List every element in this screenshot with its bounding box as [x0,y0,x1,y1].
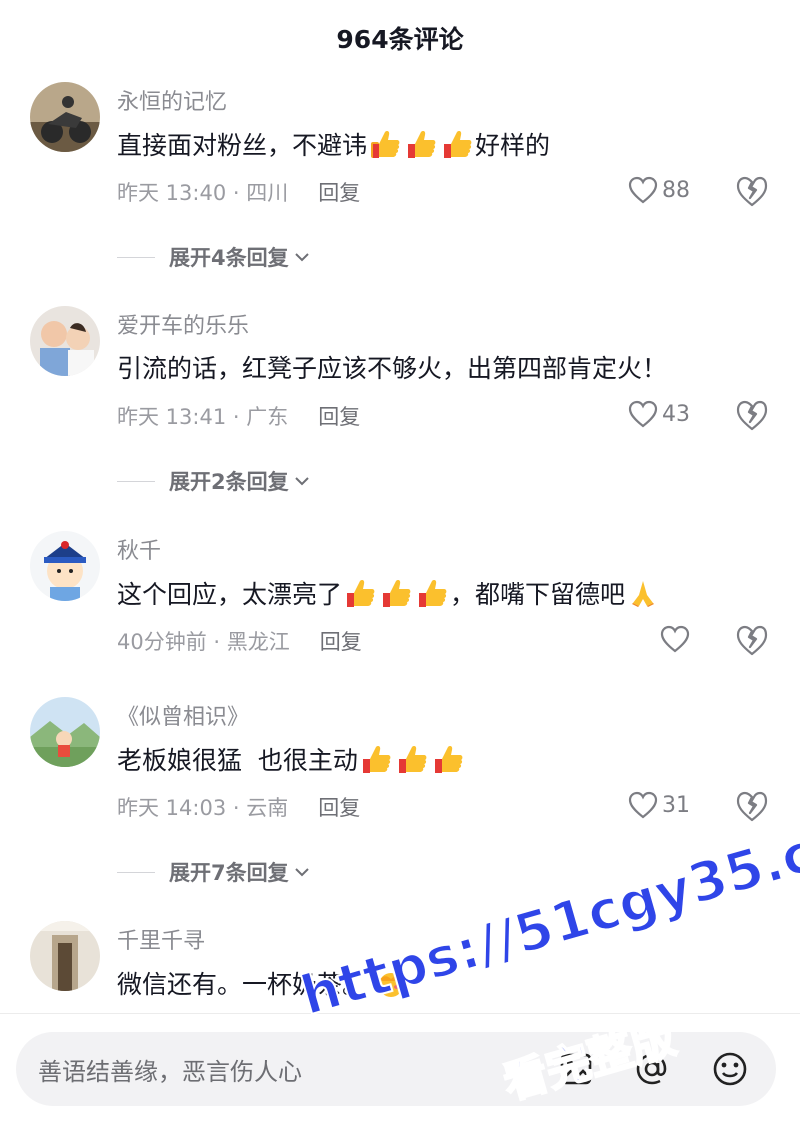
chevron-down-icon [294,868,309,877]
dislike-broken-heart-icon[interactable] [735,174,769,208]
comment-text: 这个回应，太漂亮了 ，都嘴下留德吧 [117,577,661,612]
avatar[interactable] [30,531,100,601]
comment-count-title: 964条评论 [336,25,464,54]
expand-replies-button[interactable]: 展开7条回复 [117,857,313,887]
heart-icon [628,176,658,204]
comment-meta: 昨天 14:03 · 云南 回复 [117,792,360,822]
comment-time-location: 昨天 14:03 · 云南 [117,796,289,820]
like-count: 31 [662,792,690,818]
divider-line [117,480,155,482]
reply-button[interactable]: 回复 [318,177,360,207]
comments-header: 964条评论 [0,0,800,76]
chevron-down-icon [294,477,309,486]
like-count: 88 [662,177,690,203]
comment-time-location: 昨天 13:41 · 广东 [117,405,289,429]
dislike-broken-heart-icon[interactable] [735,789,769,823]
thumbs-up-icon [398,746,427,773]
heart-icon [628,400,658,428]
watermark-caption: 看完整版 [497,1011,682,1111]
like-button[interactable] [660,621,690,657]
reply-button[interactable]: 回复 [320,626,362,656]
divider-line [117,256,155,258]
comment-meta: 昨天 13:41 · 广东 回复 [117,401,360,431]
thumbs-up-icon [362,746,391,773]
thumbs-up-icon [444,131,472,158]
heart-icon [660,625,690,653]
heart-icon [628,791,658,819]
comment-username[interactable]: 秋千 [117,533,161,565]
comment-time-location: 昨天 13:40 · 四川 [117,181,289,205]
like-button[interactable]: 31 [628,787,690,823]
comment-username[interactable]: 《似曾相识》 [117,699,249,731]
comment-meta: 40分钟前 · 黑龙江 回复 [117,626,362,656]
like-button[interactable]: 88 [628,172,690,208]
comment-username[interactable]: 千里千寻 [117,923,205,955]
thumbs-up-icon [371,131,400,158]
comment-username[interactable]: 爱开车的乐乐 [117,308,249,340]
dislike-broken-heart-icon[interactable] [735,398,769,432]
avatar[interactable] [30,82,100,152]
comment-text: 直接面对粉丝，不避讳 好样的 [117,128,550,163]
comment-meta: 昨天 13:40 · 四川 回复 [117,177,360,207]
expand-replies-button[interactable]: 展开2条回复 [117,466,313,496]
comment-text: 引流的话，红凳子应该不够火，出第四部肯定火！ [117,354,668,383]
comment-username[interactable]: 永恒的记忆 [117,84,227,116]
thumbs-up-emoji-group [342,580,450,609]
divider-line [117,871,155,873]
watermark-overlay: https://51cgy35.com 看完整版 [290,794,800,1125]
thumbs-up-emoji-group [367,131,475,160]
thumbs-up-icon [347,580,375,607]
reply-button[interactable]: 回复 [318,401,360,431]
dislike-broken-heart-icon[interactable] [735,623,769,657]
like-count: 43 [662,401,690,427]
thumbs-up-icon [419,580,447,607]
comment-input-placeholder: 善语结善缘，恶言伤人心 [38,1058,302,1086]
thumbs-up-icon [434,746,463,773]
comment-text: 老板娘很猛 也很主动 [117,743,466,778]
thumbs-up-icon [408,131,436,158]
avatar[interactable] [30,921,100,991]
comment-time-location: 40分钟前 · 黑龙江 [117,630,290,654]
praying-hands-icon [632,581,655,607]
thumbs-up-icon [383,580,411,607]
watermark-url: https://51cgy35.com [293,794,800,1029]
chevron-down-icon [294,253,309,262]
avatar[interactable] [30,697,100,767]
expand-replies-button[interactable]: 展开4条回复 [117,242,313,272]
like-button[interactable]: 43 [628,396,690,432]
reply-button[interactable]: 回复 [318,792,360,822]
avatar[interactable] [30,306,100,376]
thumbs-up-emoji-group [358,746,466,775]
